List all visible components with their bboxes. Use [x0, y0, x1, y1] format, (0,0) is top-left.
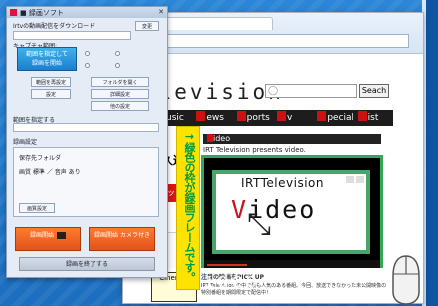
nav-initial-box [276, 111, 286, 121]
nav-item-label: pecial [327, 113, 353, 123]
radio-option-2[interactable] [115, 51, 120, 56]
search-input[interactable]: ◯ [265, 84, 357, 98]
range-field[interactable] [13, 123, 159, 132]
nav-initial-box [196, 111, 206, 121]
app-line-4: 録画設定 [13, 139, 38, 146]
search-icon: ◯ [268, 86, 279, 96]
nav-item-special[interactable]: pecial [312, 110, 353, 126]
open-folder-button[interactable]: フォルダを開く [91, 77, 149, 87]
start-recording-button[interactable]: 範囲を指定して 録画を開始 [17, 47, 77, 71]
recording-frame[interactable] [201, 155, 383, 273]
other-settings-button[interactable]: 他の設定 [91, 101, 149, 111]
background-edge [426, 0, 438, 306]
record-with-camera-label: 録画開始 カメラ付き [94, 232, 150, 239]
radio-option-1[interactable] [85, 51, 90, 56]
nav-initial-box [357, 111, 367, 121]
advanced-settings-button[interactable]: 詳細設定 [91, 89, 149, 99]
nav-item-label: v [286, 113, 293, 123]
record-button[interactable]: 録画開始 [15, 227, 81, 251]
annotation-banner: →緑色の枠が録画フレームです。 [176, 126, 200, 290]
video-section-title-text: ideo [213, 134, 231, 143]
reset-range-button[interactable]: 範囲を再設定 [31, 77, 71, 87]
faded-video-word: ideo [203, 268, 260, 292]
change-button[interactable]: 変更 [135, 21, 159, 31]
app-title: ■ 録画ソフト [20, 9, 64, 17]
quality-settings-button[interactable]: 画質設定 [19, 203, 55, 213]
address-bar[interactable] [167, 34, 409, 48]
annotation-text: →緑色の枠が録画フレームです。 [183, 130, 196, 282]
app-line-1: Irtvの動画配信をダウンロード [13, 23, 96, 30]
nav-item-tv[interactable]: v [272, 110, 312, 126]
web-page: elevision ◯ Seach usic ews ports v pecia… [123, 54, 423, 303]
record-button-label: 録画開始 [29, 232, 54, 239]
browser-tab[interactable] [161, 17, 273, 30]
app-line-6: 画質 標準 ／ 音声 あり [19, 169, 81, 176]
start-recording-label: 範囲を指定して 録画を開始 [26, 51, 68, 67]
resize-arrow-icon: ⤡ [247, 207, 271, 242]
app-line-5: 保存先フォルダ [19, 155, 62, 162]
nav-item-label: ports [246, 113, 270, 123]
radio-option-4[interactable] [115, 63, 120, 68]
stop-recording-button[interactable]: 録画を終了する [19, 257, 155, 271]
site-nav-bar: usic ews ports v pecial ist [151, 110, 393, 126]
record-with-camera-button[interactable]: 録画開始 カメラ付き [89, 227, 155, 251]
search-button[interactable]: Seach [359, 84, 389, 98]
nav-item-list[interactable]: ist [353, 110, 393, 126]
mouse-icon [392, 255, 423, 305]
nav-item-news[interactable]: ews [191, 110, 231, 126]
browser-toolbar [123, 13, 423, 54]
radio-option-3[interactable] [85, 63, 90, 68]
nav-item-sports[interactable]: ports [232, 110, 272, 126]
nav-item-label: ews [206, 113, 224, 123]
nav-item-label: usic [166, 113, 184, 123]
nav-item-label: ist [367, 113, 379, 123]
recorder-app-window: ■ 録画ソフト ✕ Irtvの動画配信をダウンロード 変更 キャプチャ範囲: 範… [6, 6, 168, 278]
nav-initial-box [236, 111, 246, 121]
nav-initial-box [317, 111, 327, 121]
app-title-bar: ■ 録画ソフト ✕ [7, 7, 167, 18]
video-caption: IRT Television presents video. [203, 146, 306, 154]
app-icon [10, 9, 17, 16]
app-close-icon[interactable]: ✕ [158, 8, 164, 16]
video-player[interactable]: IRTTelevision Video [201, 155, 383, 273]
video-section-title: ideo [203, 134, 381, 144]
url-field[interactable] [13, 31, 131, 40]
camera-icon [57, 232, 66, 239]
settings-button[interactable]: 設定 [31, 89, 71, 99]
